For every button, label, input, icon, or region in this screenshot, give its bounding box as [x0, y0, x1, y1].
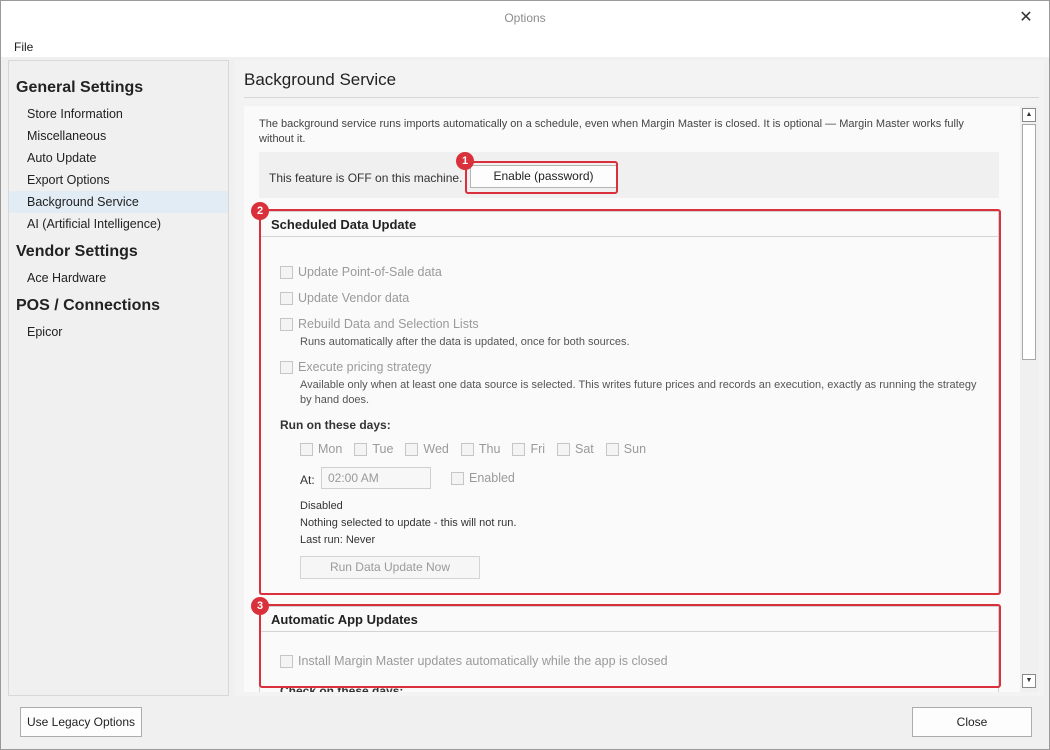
menu-bar: File [1, 35, 1049, 57]
window-title: Options [504, 11, 546, 25]
sidebar-item-ai[interactable]: AI (Artificial Intelligence) [9, 213, 228, 235]
feature-status-text: This feature is OFF on this machine. [269, 171, 463, 185]
title-divider [244, 97, 1039, 98]
sidebar-item-background-service[interactable]: Background Service [9, 191, 228, 213]
menu-file[interactable]: File [14, 40, 33, 54]
intro-text: The background service runs imports auto… [259, 118, 964, 145]
options-window: Options ✕ File General Settings Store In… [0, 0, 1050, 750]
sidebar-group-pos: POS / Connections [16, 297, 161, 314]
highlight-enable-button [465, 161, 618, 194]
highlight-scheduled-group [259, 209, 1001, 595]
settings-scroll-pane: The background service runs imports auto… [244, 106, 1039, 692]
feature-status-band: This feature is OFF on this machine. Ena… [259, 152, 999, 198]
settings-sidebar: General Settings Store Information Misce… [8, 60, 229, 696]
marker-3: 3 [251, 597, 269, 615]
sidebar-group-vendor: Vendor Settings [16, 243, 138, 260]
title-bar: Options ✕ [1, 1, 1049, 35]
scroll-down-icon[interactable]: ▼ [1022, 674, 1036, 688]
close-button[interactable]: Close [912, 707, 1032, 737]
sidebar-item-epicor[interactable]: Epicor [9, 321, 228, 343]
sidebar-item-ace-hardware[interactable]: Ace Hardware [9, 267, 228, 289]
sidebar-item-export-options[interactable]: Export Options [9, 169, 228, 191]
marker-2: 2 [251, 202, 269, 220]
sidebar-item-store-information[interactable]: Store Information [9, 103, 228, 125]
sidebar-group-general: General Settings [16, 79, 144, 96]
sidebar-item-auto-update[interactable]: Auto Update [9, 147, 228, 169]
use-legacy-options-button[interactable]: Use Legacy Options [20, 707, 142, 737]
marker-1: 1 [456, 152, 474, 170]
scroll-up-icon[interactable]: ▲ [1022, 108, 1036, 122]
close-icon[interactable]: ✕ [1015, 7, 1037, 29]
highlight-app-updates-group [259, 604, 1001, 688]
page-title: Background Service [244, 70, 397, 89]
vertical-scrollbar[interactable]: ▲ ▼ [1020, 106, 1039, 692]
scrollbar-thumb[interactable] [1022, 124, 1036, 360]
main-content: Background Service The background servic… [234, 60, 1044, 696]
sidebar-item-miscellaneous[interactable]: Miscellaneous [9, 125, 228, 147]
